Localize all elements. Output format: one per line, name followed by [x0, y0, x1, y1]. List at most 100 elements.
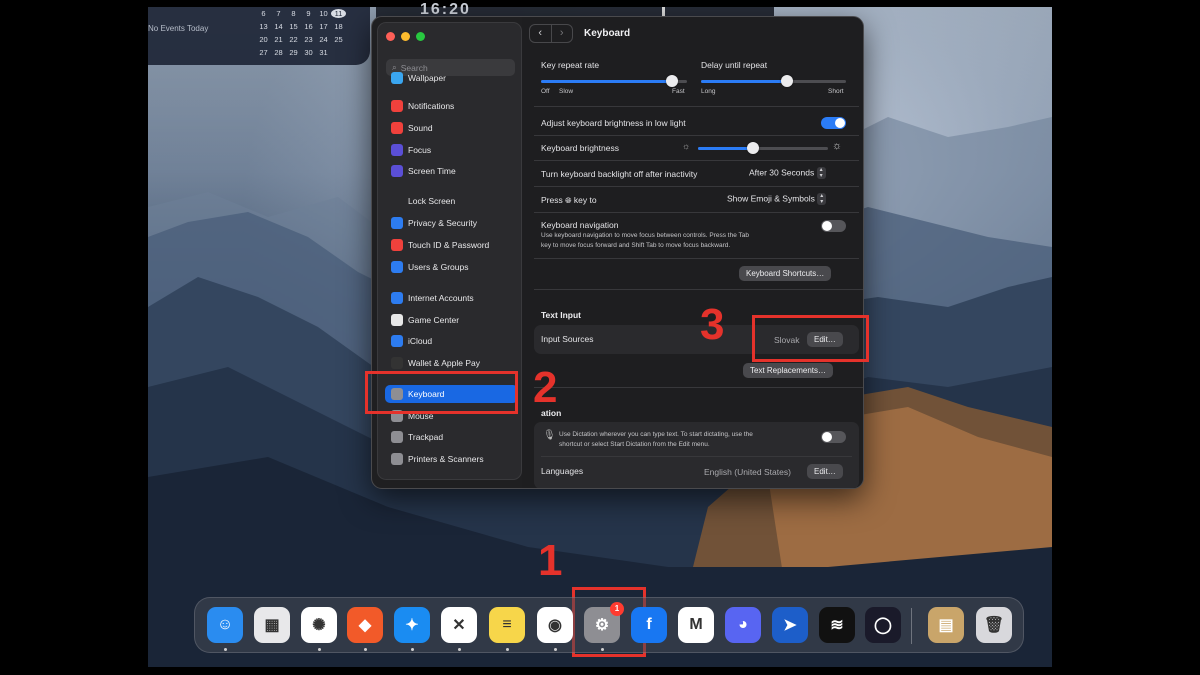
calendar-day: 7 [276, 9, 281, 18]
dock-capcut[interactable]: ✕ [441, 607, 477, 643]
key-repeat-slider[interactable] [541, 75, 687, 87]
dock-telegram-like[interactable]: ➤ [772, 607, 808, 643]
sidebar-item-screen-time[interactable]: Screen Time [385, 162, 518, 180]
sidebar-item-users-groups[interactable]: Users & Groups [385, 258, 518, 276]
back-button[interactable]: ‹ [530, 25, 551, 42]
languages-edit-button[interactable]: Edit… [807, 464, 843, 479]
divider [534, 212, 859, 213]
microphone-icon: 🎙︎ [543, 430, 556, 441]
calendar-day: 13 [259, 22, 268, 31]
dock-finder[interactable]: ☺ [207, 607, 243, 643]
calendar-day: 21 [274, 35, 283, 44]
keyboard-navigation-desc-1: Use keyboard navigation to move focus be… [541, 232, 749, 239]
sidebar-item-trackpad[interactable]: Trackpad [385, 428, 518, 446]
dock-gmail[interactable]: M [678, 607, 714, 643]
annotation-number-1: 1 [538, 536, 563, 585]
sidebar-item-label: Users & Groups [408, 262, 469, 272]
dock-notes[interactable]: ≡ [489, 607, 525, 643]
sidebar-item-icloud[interactable]: iCloud [385, 332, 518, 350]
calendar-widget: No Events Today 6 7 8 9 10 11 13 14 15 16 17 18 20 21… [148, 7, 370, 65]
sidebar-item-notifications[interactable]: Notifications [385, 97, 518, 115]
zoom-button[interactable] [416, 32, 425, 41]
navigation-buttons: ‹ › [529, 24, 573, 43]
annotation-box-3 [752, 315, 869, 362]
calendar-blank [331, 48, 346, 57]
dock: ☺ ▦ ✺ ◆ ✦ ✕ ≡ ◉ ⚙ 1 f M ◕ ➤ ≋ ◯ ▤ 🗑 [194, 597, 1024, 653]
calendar-day: 20 [259, 35, 268, 44]
sidebar-item-touch-id-password[interactable]: Touch ID & Password [385, 236, 518, 254]
dock-archive[interactable]: ▤ [928, 607, 964, 643]
sidebar-item-label: Touch ID & Password [408, 240, 490, 250]
chrome-icon: ◉ [548, 617, 562, 634]
dock-chrome[interactable]: ◉ [537, 607, 573, 643]
sidebar-item-label: Wallet & Apple Pay [408, 358, 480, 368]
delay-repeat-short: Short [828, 88, 844, 95]
calendar-day: 29 [289, 48, 298, 57]
chevron-updown-icon: ▴ ▾ [817, 193, 827, 205]
press-key-prefix: Press [541, 195, 563, 205]
backlight-off-value: After 30 Seconds [749, 167, 815, 178]
dock-trash[interactable]: 🗑 [976, 607, 1012, 643]
capcut-icon: ✕ [452, 617, 466, 634]
sidebar-item-lock-screen[interactable]: Lock Screen [385, 192, 518, 210]
calendar-blank [346, 9, 361, 18]
keyboard-navigation-label: Keyboard navigation [541, 220, 619, 230]
system-settings-window: ⌕ Search Wallpaper Notifications Sound Focu… [371, 16, 864, 489]
sidebar-item-internet-accounts[interactable]: Internet Accounts [385, 289, 518, 307]
sidebar-item-printers-scanners[interactable]: Printers & Scanners [385, 450, 518, 468]
sidebar-item-sound[interactable]: Sound [385, 119, 518, 137]
globe-icon: 🌐︎ [565, 196, 572, 205]
backlight-off-select[interactable]: After 30 Seconds ▴ ▾ [749, 167, 826, 179]
no-events-label: No Events Today [148, 24, 209, 33]
dock-launchpad[interactable]: ▦ [254, 607, 290, 643]
dock-discord[interactable]: ◕ [725, 607, 761, 643]
languages-value: English (United States) [704, 467, 791, 477]
calendar-day: 24 [319, 35, 328, 44]
dock-safari[interactable]: ✦ [394, 607, 430, 643]
minimize-button[interactable] [401, 32, 410, 41]
safari-icon: ✦ [405, 617, 419, 634]
sidebar-item-wallet-apple-pay[interactable]: Wallet & Apple Pay [385, 354, 518, 372]
sidebar-item-focus[interactable]: Focus [385, 141, 518, 159]
text-replacements-button[interactable]: Text Replacements… [743, 363, 834, 378]
gamecenter-icon [391, 314, 403, 326]
dictation-group: 🎙︎ Use Dictation wherever you can type t… [534, 422, 859, 488]
keyboard-brightness-knob[interactable] [746, 142, 759, 154]
launchpad-icon: ▦ [264, 617, 280, 634]
running-indicator [601, 648, 604, 651]
delay-repeat-slider[interactable] [701, 75, 846, 87]
close-button[interactable] [386, 32, 395, 41]
press-key-select[interactable]: Show Emoji & Symbols ▴ ▾ [727, 193, 827, 205]
bell-icon [391, 100, 403, 112]
adjust-brightness-toggle[interactable] [821, 117, 846, 129]
delay-repeat-knob[interactable] [780, 75, 793, 87]
dock-spotify[interactable]: ≋ [819, 607, 855, 643]
forward-button[interactable]: › [550, 25, 573, 42]
key-repeat-knob[interactable] [666, 75, 679, 87]
trash-icon: 🗑 [983, 617, 1005, 634]
dock-system-settings[interactable]: ⚙ 1 [584, 602, 624, 643]
calendar-day: 27 [259, 48, 268, 57]
dock-circle-app[interactable]: ◯ [865, 607, 901, 643]
calendar-day: 28 [274, 48, 283, 57]
sidebar-item-privacy-security[interactable]: Privacy & Security [385, 214, 518, 232]
sidebar-item-wallpaper[interactable]: Wallpaper [385, 69, 518, 87]
dock-chatgpt[interactable]: ✺ [301, 607, 337, 643]
sidebar-item-game-center[interactable]: Game Center [385, 311, 518, 329]
calendar-day: 10 [319, 9, 328, 18]
brightness-low-icon: ☼ [682, 141, 691, 151]
dock-brave[interactable]: ◆ [347, 607, 383, 643]
calendar-blank [346, 35, 361, 44]
dock-facebook[interactable]: f [631, 607, 667, 643]
sidebar-item-label: Printers & Scanners [408, 454, 484, 464]
calendar-day: 16 [304, 22, 313, 31]
divider [534, 160, 859, 161]
keyboard-shortcuts-button[interactable]: Keyboard Shortcuts… [739, 266, 832, 281]
sidebar-item-label: Wallpaper [408, 73, 446, 83]
dictation-toggle[interactable] [821, 431, 846, 443]
keyboard-navigation-toggle[interactable] [821, 220, 846, 232]
sidebar-item-label: Screen Time [408, 166, 456, 176]
keyboard-brightness-slider[interactable] [698, 142, 828, 154]
divider [534, 135, 859, 136]
calendar-day: 6 [261, 9, 266, 18]
